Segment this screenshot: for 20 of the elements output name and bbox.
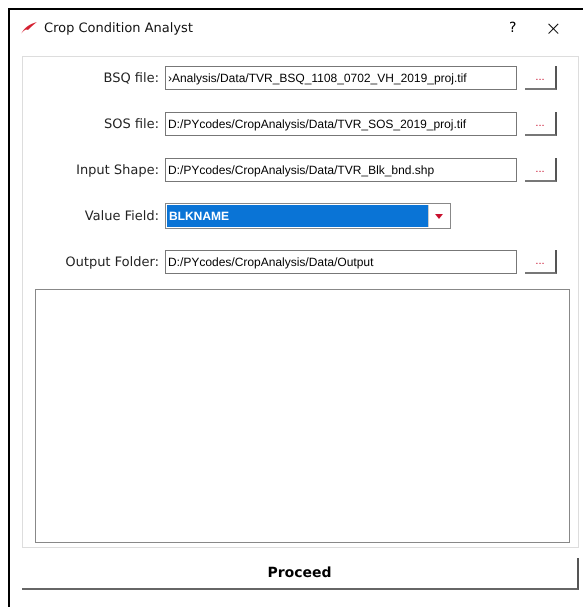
browse-button[interactable]: ... (525, 158, 557, 182)
proceed-button[interactable]: Proceed (22, 558, 579, 590)
dropdown-arrow-icon (435, 214, 443, 218)
path-field[interactable]: D:/PYcodes/CropAnalysis/Data/TVR_Blk_bnd.shp (165, 158, 517, 182)
field-label: Output Folder: (64, 254, 160, 270)
field-label: BSQ file: (102, 70, 160, 86)
path-field[interactable]: ›Analysis/Data/TVR_BSQ_1108_0702_VH_2019_proj.tif (165, 66, 517, 90)
browse-button[interactable]: ... (525, 112, 557, 136)
field-label: Value Field: (84, 208, 160, 224)
help-button[interactable]: ? (509, 20, 539, 36)
browse-button[interactable]: ... (525, 250, 557, 274)
path-field[interactable]: D:/PYcodes/CropAnalysis/Data/Output (165, 250, 517, 274)
browse-button[interactable]: ... (525, 66, 557, 90)
leaf-icon (20, 22, 38, 34)
field-label: Input Shape: (75, 162, 160, 178)
value-dropdown[interactable]: BLKNAME (165, 203, 451, 229)
window-title: Crop Condition Analyst (44, 20, 194, 36)
path-field[interactable]: D:/PYcodes/CropAnalysis/Data/TVR_SOS_2019_proj.tif (165, 112, 517, 136)
field-label: SOS file: (102, 116, 160, 132)
close-button[interactable]: × (545, 16, 583, 40)
